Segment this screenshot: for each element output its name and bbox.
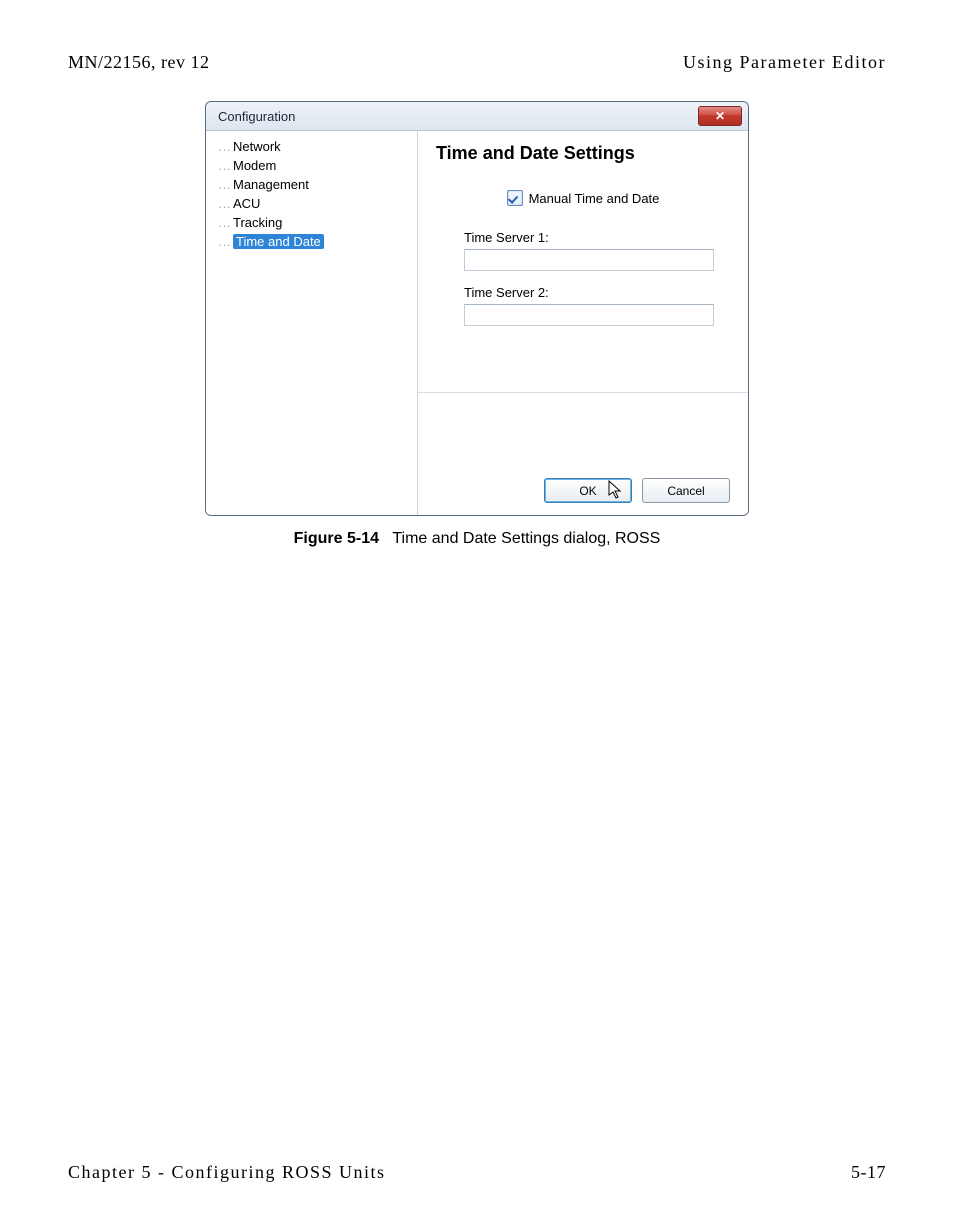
page-header: MN/22156, rev 12 Using Parameter Editor [0, 0, 954, 73]
header-left: MN/22156, rev 12 [68, 52, 210, 73]
dialog-title: Configuration [218, 109, 295, 124]
tree-item-management[interactable]: Management [216, 175, 411, 194]
manual-time-row: Manual Time and Date [436, 190, 730, 206]
content-panel: Time and Date Settings Manual Time and D… [418, 131, 748, 515]
tree-item-label: Modem [233, 158, 276, 173]
tree-item-modem[interactable]: Modem [216, 156, 411, 175]
tree-item-label: Tracking [233, 215, 282, 230]
tree-panel: Network Modem Management ACU Tracking Ti… [206, 131, 418, 515]
time-server-1-label: Time Server 1: [464, 230, 730, 245]
figure-caption: Figure 5-14 Time and Date Settings dialo… [294, 530, 661, 548]
figure-caption-text: Time and Date Settings dialog, ROSS [392, 530, 660, 547]
time-server-1-input[interactable] [464, 249, 714, 271]
page-footer: Chapter 5 - Configuring ROSS Units 5-17 [68, 1162, 886, 1183]
title-bar: Configuration ✕ [206, 102, 748, 131]
tree-item-label: Management [233, 177, 309, 192]
tree-item-label: ACU [233, 196, 260, 211]
content-title: Time and Date Settings [436, 143, 730, 164]
close-button[interactable]: ✕ [698, 106, 742, 126]
footer-right: 5-17 [851, 1162, 886, 1183]
time-server-1-block: Time Server 1: [464, 230, 730, 271]
tree-item-time-and-date[interactable]: Time and Date [216, 232, 411, 251]
time-server-2-block: Time Server 2: [464, 285, 730, 326]
tree-item-acu[interactable]: ACU [216, 194, 411, 213]
configuration-dialog: Configuration ✕ Network Modem Management… [205, 101, 749, 516]
time-server-2-label: Time Server 2: [464, 285, 730, 300]
manual-time-label: Manual Time and Date [529, 191, 660, 206]
figure-caption-label: Figure 5-14 [294, 530, 379, 547]
tree-item-tracking[interactable]: Tracking [216, 213, 411, 232]
time-server-2-input[interactable] [464, 304, 714, 326]
ok-button-label: OK [579, 484, 596, 498]
cancel-button-label: Cancel [667, 484, 704, 498]
button-bar: OK Cancel [436, 464, 730, 503]
tree-item-network[interactable]: Network [216, 137, 411, 156]
button-separator [418, 392, 748, 393]
close-icon: ✕ [715, 110, 725, 122]
footer-left: Chapter 5 - Configuring ROSS Units [68, 1162, 386, 1183]
header-right: Using Parameter Editor [683, 52, 886, 73]
manual-time-checkbox[interactable] [507, 190, 523, 206]
dialog-body: Network Modem Management ACU Tracking Ti… [206, 131, 748, 515]
figure-caption-wrap: Figure 5-14 Time and Date Settings dialo… [205, 516, 749, 548]
cancel-button[interactable]: Cancel [642, 478, 730, 503]
dialog-container: Configuration ✕ Network Modem Management… [205, 101, 749, 548]
tree-item-label: Network [233, 139, 281, 154]
tree-item-label: Time and Date [233, 234, 324, 249]
ok-button[interactable]: OK [544, 478, 632, 503]
